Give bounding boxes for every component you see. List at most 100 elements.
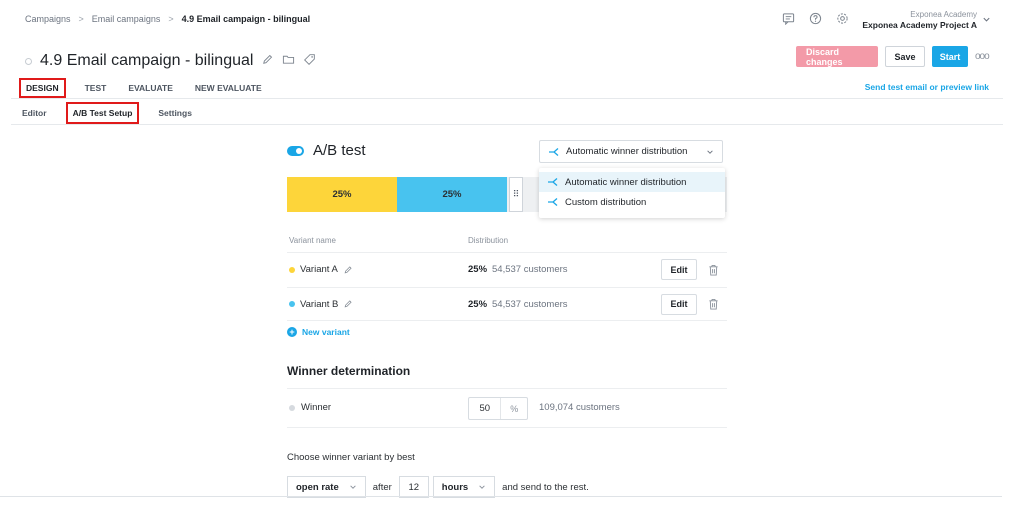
variant-percent: 25% <box>468 298 488 310</box>
time-unit-select[interactable]: hours <box>432 476 496 498</box>
table-row: Variant B 25% 54,537 customers Edit <box>287 287 727 321</box>
new-variant-label: New variant <box>302 327 350 337</box>
metric-select-value: open rate <box>296 481 339 493</box>
dropdown-option-automatic[interactable]: Automatic winner distribution <box>539 172 725 192</box>
page-title: 4.9 Email campaign - bilingual <box>40 52 254 69</box>
save-button[interactable]: Save <box>885 46 925 67</box>
ab-test-panel: A/B test Automatic winner distribution A… <box>287 130 727 502</box>
column-variant-name: Variant name <box>289 236 336 245</box>
tab-evaluate[interactable]: EVALUATE <box>125 80 176 96</box>
variant-percent: 25% <box>468 264 488 275</box>
app-window: Campaigns > Email campaigns > 4.9 Email … <box>11 0 1003 502</box>
breadcrumb-email-campaigns[interactable]: Email campaigns <box>92 14 161 24</box>
winner-row: Winner 50 % 109,074 customers <box>287 388 727 428</box>
winner-criteria-row: open rate after 12 hours and send to the… <box>287 476 596 498</box>
after-value-input[interactable]: 12 <box>398 476 429 498</box>
divider <box>0 496 1002 497</box>
breadcrumb-separator: > <box>78 14 84 24</box>
send-rest-text: and send to the rest. <box>502 481 589 493</box>
account-switcher[interactable]: Exponea Academy Exponea Academy Project … <box>862 9 977 31</box>
tag-icon[interactable] <box>303 53 316 69</box>
chevron-down-icon <box>479 485 485 489</box>
segment-variant-b: 25% <box>397 177 507 212</box>
ab-test-title: A/B test <box>313 142 366 159</box>
status-dot <box>25 57 32 65</box>
winner-percent-value[interactable]: 50 <box>469 398 502 419</box>
time-unit-value: hours <box>441 481 469 493</box>
variant-name: Variant A <box>289 264 353 275</box>
after-text: after <box>372 481 392 493</box>
account-org: Exponea Academy <box>910 10 977 19</box>
send-test-email-link[interactable]: Send test email or preview link <box>865 82 989 92</box>
dropdown-option-label: Custom distribution <box>565 196 647 208</box>
help-icon[interactable] <box>809 12 822 28</box>
branch-icon <box>548 198 558 206</box>
tab-test[interactable]: TEST <box>82 80 110 96</box>
breadcrumb: Campaigns > Email campaigns > 4.9 Email … <box>25 14 310 24</box>
trash-icon[interactable] <box>708 264 719 276</box>
gear-icon[interactable] <box>836 12 849 28</box>
variant-label: Variant A <box>300 264 338 275</box>
subtab-ab-test-setup[interactable]: A/B Test Setup <box>65 102 140 124</box>
column-distribution: Distribution <box>468 236 509 245</box>
metric-select[interactable]: open rate <box>287 476 366 498</box>
chevron-down-icon[interactable] <box>982 15 991 24</box>
distribution-dropdown: Automatic winner distribution Custom dis… <box>539 168 725 218</box>
variant-customers: 54,537 customers <box>492 264 568 275</box>
drag-handle[interactable]: ⠿ <box>509 177 523 212</box>
color-dot <box>289 266 295 273</box>
branch-icon <box>549 147 559 156</box>
color-dot <box>289 301 295 307</box>
start-button[interactable]: Start <box>932 46 968 67</box>
winner-determination-title: Winner determination <box>287 364 411 378</box>
pencil-icon[interactable] <box>343 299 353 309</box>
main-tabs: DESIGN TEST EVALUATE NEW EVALUATE <box>19 78 265 98</box>
distribution-select[interactable]: Automatic winner distribution <box>539 140 723 163</box>
new-variant-button[interactable]: + New variant <box>287 327 350 337</box>
distribution-select-value: Automatic winner distribution <box>566 146 688 157</box>
ab-test-header: A/B test <box>287 142 366 159</box>
account-project: Exponea Academy Project A <box>862 20 977 30</box>
winner-name: Winner <box>301 402 332 413</box>
title-row: 4.9 Email campaign - bilingual <box>25 52 316 70</box>
breadcrumb-current: 4.9 Email campaign - bilingual <box>181 14 311 24</box>
winner-percent-unit: % <box>510 403 519 414</box>
action-buttons: Discard changes Save Start ooo <box>796 46 991 67</box>
more-options-button[interactable]: ooo <box>975 51 991 62</box>
sub-tabs: Editor A/B Test Setup Settings <box>19 102 195 124</box>
edit-button[interactable]: Edit <box>661 259 697 280</box>
choose-winner-label: Choose winner variant by best <box>287 452 415 463</box>
top-icons <box>782 12 849 28</box>
subtab-editor[interactable]: Editor <box>19 105 50 121</box>
tab-new-evaluate[interactable]: NEW EVALUATE <box>192 80 265 96</box>
ab-test-toggle[interactable] <box>287 145 304 156</box>
pencil-icon[interactable] <box>343 265 353 275</box>
divider <box>11 98 1003 99</box>
table-row: Variant A 25% 54,537 customers Edit <box>287 252 727 286</box>
folder-icon[interactable] <box>282 53 295 69</box>
breadcrumb-campaigns[interactable]: Campaigns <box>25 14 71 24</box>
tab-design[interactable]: DESIGN <box>19 78 66 98</box>
dropdown-option-label: Automatic winner distribution <box>565 176 687 188</box>
winner-customers: 109,074 customers <box>539 402 620 413</box>
chevron-down-icon <box>707 149 713 154</box>
pencil-icon[interactable] <box>261 53 274 69</box>
variant-customers: 54,537 customers <box>492 298 568 310</box>
edit-button[interactable]: Edit <box>661 293 697 315</box>
dropdown-option-custom[interactable]: Custom distribution <box>539 192 725 212</box>
segment-variant-a: 25% <box>287 177 397 212</box>
winner-percent-input[interactable]: 50 % <box>468 397 528 420</box>
plus-icon: + <box>287 327 297 337</box>
discard-changes-button[interactable]: Discard changes <box>796 46 878 67</box>
color-dot <box>289 404 295 411</box>
variant-name: Variant B <box>289 299 353 310</box>
chat-icon[interactable] <box>782 12 795 28</box>
divider <box>11 124 1003 125</box>
winner-label: Winner <box>289 402 331 413</box>
breadcrumb-separator: > <box>168 14 174 24</box>
variant-label: Variant B <box>300 298 339 310</box>
branch-icon <box>548 178 558 186</box>
trash-icon[interactable] <box>708 298 719 310</box>
chevron-down-icon <box>350 485 356 489</box>
subtab-settings[interactable]: Settings <box>155 105 195 121</box>
